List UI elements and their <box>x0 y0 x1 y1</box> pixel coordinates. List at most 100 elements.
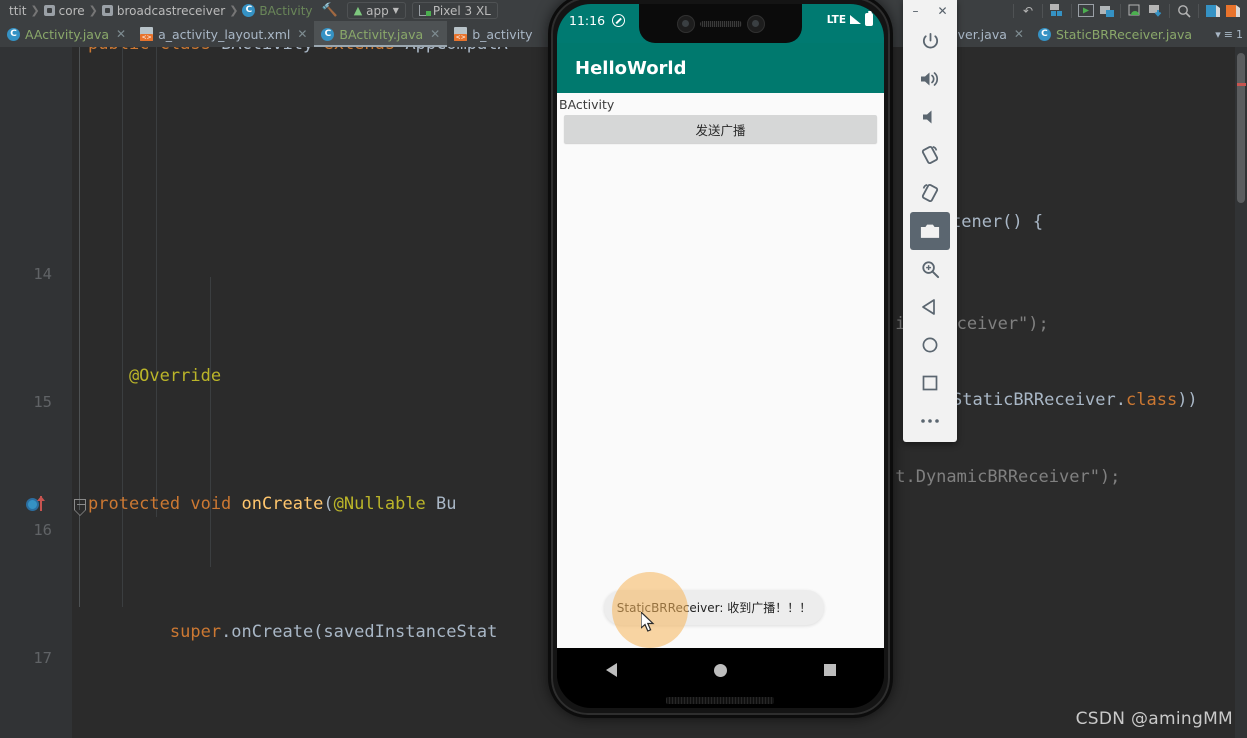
breadcrumb-item-core[interactable]: core <box>41 4 88 18</box>
run-config-label: app <box>366 3 389 18</box>
tab-staticbrreceiver-java[interactable]: C StaticBRReceiver.java <box>1031 21 1199 47</box>
breadcrumb-label: broadcastreceiver <box>116 3 226 18</box>
rotate-left-icon[interactable] <box>910 136 950 174</box>
tab-a-activity-layout-xml[interactable]: a_activity_layout.xml ✕ <box>133 21 314 47</box>
tab-label: StaticBRReceiver.java <box>1055 26 1193 42</box>
device-selector[interactable]: Pixel 3 XL <box>411 2 498 19</box>
tab-list-menu[interactable]: ▾ ≡ 1 <box>1215 21 1247 47</box>
breadcrumb-label: core <box>58 3 85 18</box>
volume-down-icon[interactable] <box>910 98 950 136</box>
toolbar-divider <box>1042 3 1043 18</box>
nav-recents-icon[interactable] <box>823 664 836 676</box>
tab-b-activity[interactable]: b_activity <box>447 21 539 47</box>
network-label: LTE <box>826 13 846 26</box>
run-configuration-selector[interactable]: ▲ app ▼ <box>346 2 406 19</box>
fold-marker-icon[interactable] <box>74 499 86 517</box>
editor-scrollbar[interactable] <box>1235 47 1247 738</box>
breadcrumb-separator: ❯ <box>229 4 239 17</box>
more-icon[interactable] <box>910 402 950 440</box>
editor-scrollbar-thumb[interactable] <box>1237 53 1245 203</box>
tab-bactivity-java[interactable]: C BActivity.java ✕ <box>314 21 448 47</box>
sdk-manager-icon[interactable] <box>1145 2 1165 19</box>
code-text: @Override <box>88 366 222 387</box>
tab-label: AActivity.java <box>25 26 110 42</box>
close-icon[interactable]: ✕ <box>1014 27 1024 41</box>
toolbar-divider <box>1013 3 1014 18</box>
project-structure-icon[interactable] <box>1047 2 1067 19</box>
tab-aactivity-java[interactable]: C AActivity.java ✕ <box>0 21 133 47</box>
device-navigation-bar[interactable] <box>557 648 884 692</box>
activity-label: BActivity <box>559 97 615 112</box>
search-icon[interactable] <box>1174 2 1194 19</box>
breadcrumb-item-broadcastreceiver[interactable]: broadcastreceiver <box>99 4 228 18</box>
zoom-icon[interactable] <box>910 250 950 288</box>
home-icon[interactable] <box>910 326 950 364</box>
java-class-icon: C <box>7 27 20 41</box>
code-text: protected void onCreate(@Nullable Bu <box>88 494 457 515</box>
device-status-bar: 11:16 LTE <box>557 4 884 43</box>
rotate-right-icon[interactable] <box>910 174 950 212</box>
toolbar-divider <box>1198 3 1199 18</box>
front-camera-icon <box>676 14 695 33</box>
gradle-sync-icon[interactable] <box>1203 2 1223 19</box>
tab-list-icon[interactable]: ≡ <box>1224 28 1233 41</box>
line-number: 14 <box>33 264 52 283</box>
tab-label: BActivity.java <box>339 26 424 42</box>
java-class-icon: C <box>242 4 256 17</box>
device-notch <box>639 4 802 43</box>
error-stripe-mark[interactable] <box>1237 83 1246 86</box>
status-bar-left: 11:16 <box>569 13 626 28</box>
emulator-phone-frame[interactable]: 11:16 LTE HelloWorld BActivity 发送广播 Stat… <box>548 0 893 718</box>
avd-manager-icon[interactable] <box>1125 2 1145 19</box>
breadcrumb-separator: ❯ <box>30 4 40 17</box>
build-hammer-icon[interactable]: 🔨 <box>316 3 344 18</box>
chevron-down-icon[interactable]: ▾ <box>1215 28 1221 41</box>
mouse-cursor-icon <box>641 612 655 632</box>
status-bar-right: LTE <box>826 10 873 26</box>
overview-icon[interactable] <box>910 364 950 402</box>
emulator-window-controls[interactable]: – ✕ <box>903 0 957 22</box>
line-number: 17 <box>33 648 52 667</box>
xml-layout-icon <box>454 27 468 41</box>
close-icon[interactable]: ✕ <box>937 4 947 18</box>
back-icon[interactable] <box>910 288 950 326</box>
battery-full-icon <box>865 10 873 26</box>
volume-up-icon[interactable] <box>910 60 950 98</box>
module-icon <box>43 5 55 16</box>
breadcrumb-label: ttit <box>9 3 27 18</box>
power-icon[interactable] <box>910 22 950 60</box>
minimize-icon[interactable]: – <box>912 4 918 18</box>
app-content-area[interactable]: BActivity 发送广播 StaticBRReceiver: 收到广播！！！ <box>557 93 884 648</box>
line-number: 15 <box>33 392 52 411</box>
chevron-down-icon: ▼ <box>392 6 399 15</box>
tab-label: a_activity_layout.xml <box>158 26 291 42</box>
arrow-up-icon <box>37 496 45 512</box>
close-icon[interactable]: ✕ <box>297 27 307 41</box>
send-broadcast-button-label: 发送广播 <box>695 122 746 138</box>
code-text-fragment: StaticBRReceiver.class)) <box>952 390 1198 410</box>
device-icon <box>418 5 431 16</box>
breadcrumb-item-ttit[interactable]: ttit <box>6 4 29 18</box>
close-icon[interactable]: ✕ <box>430 27 440 41</box>
java-class-icon: C <box>1037 27 1051 41</box>
run-icon[interactable] <box>1076 2 1096 19</box>
java-class-icon: C <box>321 27 335 41</box>
breadcrumb-label: BActivity <box>259 3 313 18</box>
profiler-icon[interactable] <box>1223 2 1243 19</box>
close-icon[interactable]: ✕ <box>116 27 126 41</box>
android-icon: ▲ <box>353 4 363 17</box>
status-bar-clock: 11:16 <box>569 13 606 28</box>
emulator-screen[interactable]: 11:16 LTE HelloWorld BActivity 发送广播 Stat… <box>557 4 884 708</box>
line-number: 16 <box>33 520 52 539</box>
undo-icon[interactable]: ↶ <box>1018 2 1038 19</box>
watermark: CSDN @amingMM <box>1075 709 1233 729</box>
breadcrumb-separator: ❯ <box>88 4 98 17</box>
nav-home-icon[interactable] <box>713 663 727 677</box>
debug-icon[interactable] <box>1096 2 1116 19</box>
nav-back-icon[interactable] <box>605 663 617 677</box>
screenshot-camera-icon[interactable] <box>910 212 950 250</box>
send-broadcast-button[interactable]: 发送广播 <box>564 115 877 143</box>
toolbar-divider <box>1169 3 1170 18</box>
breadcrumb-item-bactivity[interactable]: C BActivity <box>239 4 315 18</box>
emulator-toolbar[interactable]: – ✕ <box>903 0 957 442</box>
